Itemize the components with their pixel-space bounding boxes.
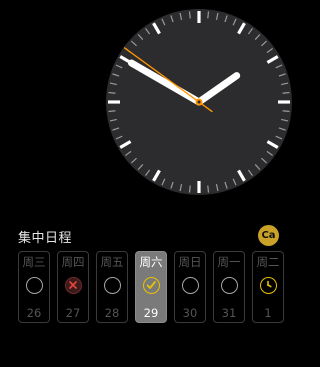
day-date: 1 bbox=[264, 306, 272, 320]
missed-x-icon bbox=[64, 277, 82, 294]
day-card[interactable]: 周五 28 bbox=[96, 251, 128, 323]
day-card[interactable]: 周三 26 bbox=[18, 251, 50, 323]
minute-tick bbox=[207, 185, 210, 193]
day-label: 周三 bbox=[22, 255, 46, 269]
day-label: 周二 bbox=[256, 255, 280, 269]
day-label: 周四 bbox=[61, 255, 85, 269]
timer-icon bbox=[259, 277, 277, 294]
day-strip: 周三 26 周四 27 周五 28 周六 29 周日 30 周一 31 周二 1 bbox=[18, 251, 284, 327]
app-badge[interactable]: Ca bbox=[258, 225, 279, 246]
focus-schedule-title: 集中日程 bbox=[18, 231, 73, 246]
day-card[interactable]: 周二 1 bbox=[252, 251, 284, 323]
empty-circle-icon bbox=[103, 277, 121, 294]
clock-center-dot bbox=[197, 100, 201, 104]
minute-tick bbox=[207, 11, 210, 19]
empty-circle-icon bbox=[181, 277, 199, 294]
day-date: 28 bbox=[104, 306, 120, 320]
day-label: 周六 bbox=[139, 255, 163, 269]
day-label: 周五 bbox=[100, 255, 124, 269]
day-date: 30 bbox=[182, 306, 198, 320]
day-date: 27 bbox=[65, 306, 81, 320]
day-card[interactable]: 周一 31 bbox=[213, 251, 245, 323]
day-card[interactable]: 周六 29 bbox=[135, 251, 167, 323]
minute-tick bbox=[108, 91, 116, 94]
empty-circle-icon bbox=[25, 277, 43, 294]
minute-tick bbox=[282, 110, 290, 113]
empty-circle-icon bbox=[220, 277, 238, 294]
check-circle-icon bbox=[142, 277, 160, 294]
analog-clock bbox=[106, 9, 292, 195]
day-date: 29 bbox=[143, 306, 159, 320]
minute-tick bbox=[282, 91, 290, 94]
day-card[interactable]: 周四 27 bbox=[57, 251, 89, 323]
day-card[interactable]: 周日 30 bbox=[174, 251, 206, 323]
day-date: 26 bbox=[26, 306, 42, 320]
minute-tick bbox=[188, 11, 191, 19]
minute-tick bbox=[188, 185, 191, 193]
day-date: 31 bbox=[221, 306, 237, 320]
day-label: 周一 bbox=[217, 255, 241, 269]
minute-tick bbox=[108, 110, 116, 113]
day-label: 周日 bbox=[178, 255, 202, 269]
